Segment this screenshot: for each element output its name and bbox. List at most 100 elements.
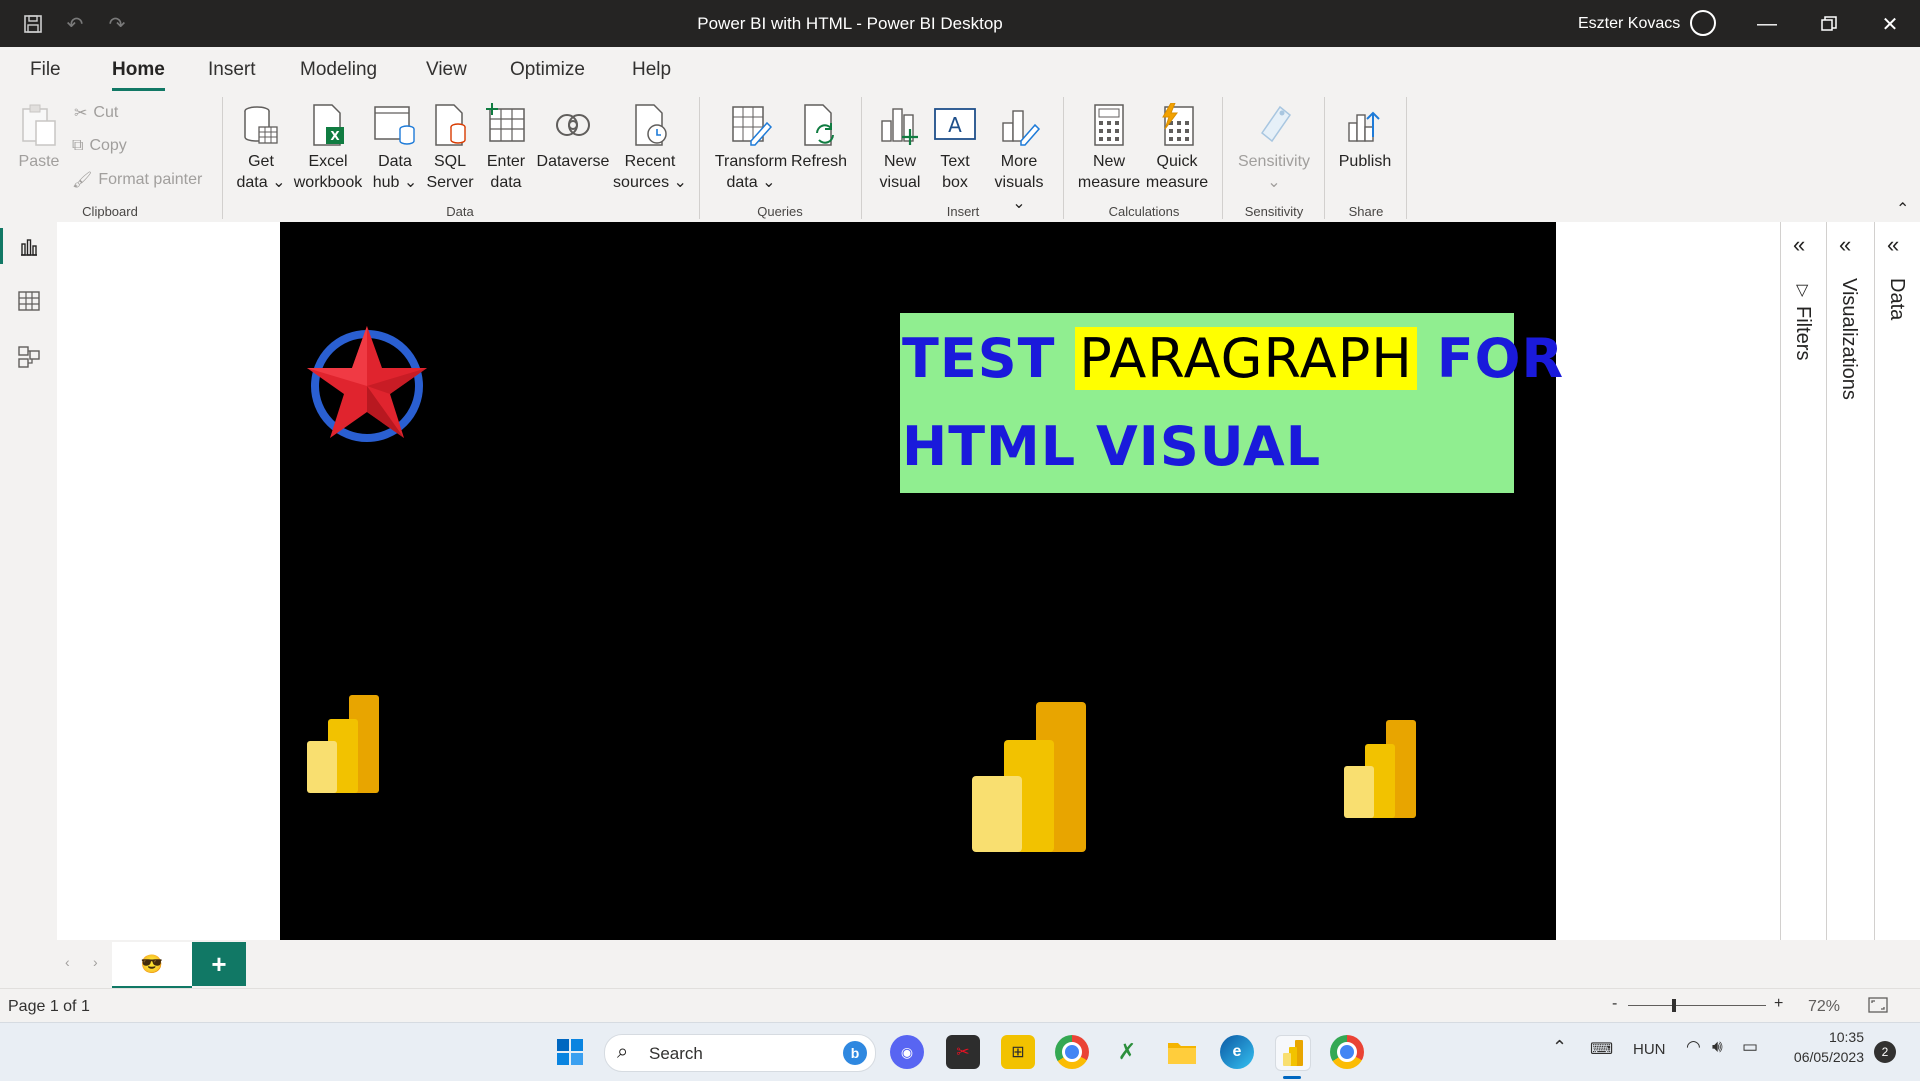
zoom-level[interactable]: 72% (1808, 998, 1840, 1016)
transform-data-button[interactable]: Transform data ⌄ (712, 103, 790, 193)
avatar[interactable] (1690, 10, 1716, 36)
add-page-button[interactable]: + (192, 942, 246, 986)
expand-filters-icon[interactable]: « (1793, 232, 1805, 258)
recent-sources-button[interactable]: Recent sources ⌄ (612, 103, 688, 193)
sql-server-icon (435, 104, 466, 146)
fit-to-page-icon[interactable] (1868, 997, 1888, 1018)
discord-icon[interactable]: ◉ (890, 1035, 924, 1069)
zoom-slider-thumb[interactable] (1672, 999, 1676, 1012)
tab-home[interactable]: Home (112, 59, 165, 91)
paste-button[interactable]: Paste (16, 103, 62, 172)
active-app-indicator (1283, 1076, 1301, 1079)
wifi-icon[interactable]: ◠ (1686, 1037, 1701, 1057)
new-visual-button[interactable]: New visual (876, 103, 924, 193)
publish-button[interactable]: Publish (1334, 103, 1396, 172)
excel-workbook-button[interactable]: X Excel workbook (290, 103, 366, 193)
volume-icon[interactable]: 🔊︎ (1712, 1037, 1723, 1057)
dataverse-button[interactable]: Dataverse (534, 103, 612, 172)
close-icon[interactable]: ✕ (1870, 8, 1910, 40)
enter-data-label-1: Enter (486, 153, 526, 170)
ribbon: Paste ✂ Cut ⧉ Copy 🖌 Format painter Clipboa… (0, 91, 1920, 223)
cut-button[interactable]: ✂ Cut (74, 103, 118, 123)
clock-date[interactable]: 06/05/2023 (1780, 1049, 1864, 1065)
group-divider (861, 97, 862, 219)
model-view-icon[interactable] (14, 342, 44, 372)
powerbi-logo-icon[interactable] (1344, 720, 1420, 820)
text-box-button[interactable]: A Text box (930, 103, 980, 193)
group-divider (1406, 97, 1407, 219)
filter-icon: ▽ (1796, 282, 1809, 299)
tab-view[interactable]: View (426, 59, 467, 81)
new-measure-button[interactable]: New measure (1076, 103, 1142, 193)
chrome-icon[interactable] (1055, 1035, 1089, 1069)
notification-badge[interactable]: 2 (1874, 1041, 1896, 1063)
data-pane-collapsed[interactable]: « Data (1874, 222, 1920, 940)
data-hub-label-2: hub (372, 174, 400, 191)
zoom-in-button[interactable]: + (1774, 995, 1783, 1013)
table-view-icon[interactable] (14, 286, 44, 316)
zoom-out-button[interactable]: - (1612, 995, 1617, 1013)
text-box-label-2: box (942, 174, 968, 191)
chrome-profile-icon[interactable] (1330, 1035, 1364, 1069)
chevron-down-icon: ⌄ (757, 174, 776, 191)
tab-file[interactable]: File (30, 59, 61, 81)
windows-start-icon[interactable] (553, 1035, 587, 1069)
data-hub-button[interactable]: Data hub ⌄ (370, 103, 420, 193)
report-view-icon[interactable] (14, 232, 44, 262)
sql-server-button[interactable]: SQL Server (424, 103, 476, 193)
svg-text:X: X (330, 129, 340, 143)
minimize-icon[interactable]: — (1747, 8, 1787, 40)
tools-icon[interactable]: ✗ (1110, 1035, 1144, 1069)
user-name[interactable]: Eszter Kovacs (1578, 15, 1680, 33)
format-painter-button[interactable]: 🖌 Format painter (72, 170, 202, 190)
excel-icon: X (313, 104, 344, 146)
chevron-down-icon: ⌄ (399, 174, 418, 191)
tab-modeling[interactable]: Modeling (300, 59, 377, 81)
bing-icon[interactable]: b (843, 1041, 867, 1065)
powerbi-logo-icon[interactable] (972, 702, 1088, 854)
keyboard-icon[interactable]: ⌨ (1590, 1039, 1613, 1059)
tab-help[interactable]: Help (632, 59, 671, 81)
zoom-slider[interactable] (1628, 1005, 1766, 1006)
file-explorer-icon[interactable] (1165, 1035, 1199, 1069)
page-tab[interactable]: 😎 (112, 942, 192, 989)
search-placeholder: Search (649, 1044, 703, 1063)
app-icon[interactable]: ⊞ (1001, 1035, 1035, 1069)
star-badge-icon[interactable] (302, 320, 432, 450)
refresh-icon (804, 104, 834, 146)
show-hidden-icons[interactable]: ⌃ (1552, 1037, 1567, 1058)
filters-pane-collapsed[interactable]: « ▽ Filters (1780, 222, 1827, 940)
language-indicator[interactable]: HUN (1633, 1041, 1666, 1058)
snipping-tool-icon[interactable]: ✂ (946, 1035, 980, 1069)
clock-time[interactable]: 10:35 (1790, 1029, 1864, 1045)
expand-visualizations-icon[interactable]: « (1839, 232, 1851, 258)
html-text-visual[interactable]: TEST PARAGRAPH FOR HTML VISUAL (900, 313, 1563, 493)
new-measure-label-2: measure (1077, 174, 1141, 191)
expand-data-icon[interactable]: « (1887, 232, 1899, 258)
scroll-left-icon[interactable]: ‹ (65, 954, 70, 970)
copy-button[interactable]: ⧉ Copy (72, 137, 127, 155)
enter-data-button[interactable]: Enter data (480, 103, 532, 193)
title-bar: ↶ ↷ Power BI with HTML - Power BI Deskto… (0, 0, 1920, 47)
tab-insert[interactable]: Insert (208, 59, 256, 81)
more-visuals-button[interactable]: More visuals ⌄ (990, 103, 1048, 214)
menu-bar: File Home Insert Modeling View Optimize … (0, 47, 1920, 91)
visualizations-pane-collapsed[interactable]: « Visualizations (1826, 222, 1875, 940)
status-bar: Page 1 of 1 - + 72% (0, 988, 1920, 1023)
tab-optimize[interactable]: Optimize (510, 59, 585, 81)
battery-icon[interactable]: ▭ (1742, 1037, 1758, 1057)
powerbi-logo-icon[interactable] (307, 695, 383, 795)
refresh-button[interactable]: Refresh (790, 103, 848, 172)
scroll-right-icon[interactable]: › (93, 954, 98, 970)
powerbi-taskbar-icon[interactable] (1275, 1035, 1311, 1071)
quick-measure-button[interactable]: Quick measure (1144, 103, 1210, 193)
collapse-ribbon-icon[interactable]: ⌃ (1896, 199, 1909, 219)
edge-icon[interactable]: e (1220, 1035, 1254, 1069)
taskbar-search-box[interactable]: ⌕ Search b (604, 1034, 876, 1072)
transform-icon (732, 106, 773, 146)
get-data-label-2: data (236, 174, 268, 191)
sensitivity-button[interactable]: Sensitivity ⌄ (1234, 103, 1314, 193)
restore-icon[interactable] (1809, 8, 1849, 40)
refresh-label: Refresh (790, 153, 848, 170)
get-data-button[interactable]: Get data ⌄ (236, 103, 286, 193)
